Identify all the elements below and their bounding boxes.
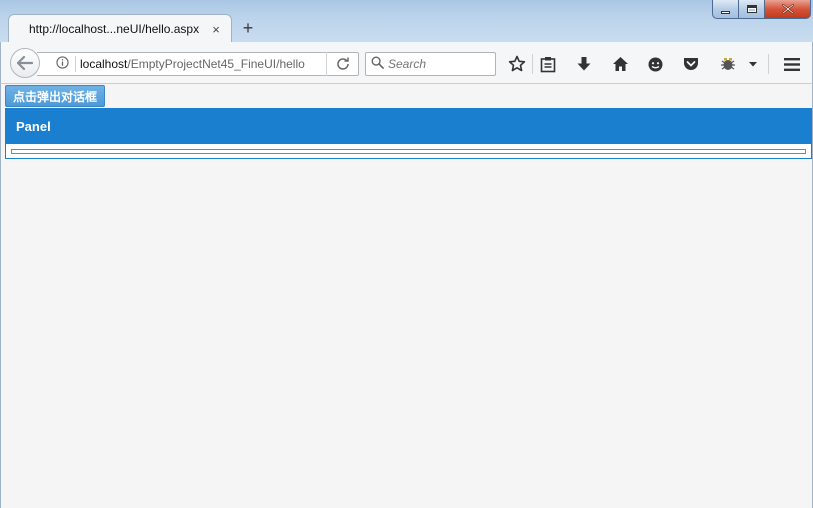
reload-icon[interactable] [326, 52, 358, 76]
search-icon [366, 56, 388, 72]
tab-title: http://localhost...neUI/hello.aspx [29, 22, 200, 36]
maximize-icon [746, 5, 757, 13]
panel-header: Panel [6, 109, 811, 144]
back-button[interactable] [10, 48, 40, 78]
extension-dropdown-icon[interactable] [743, 52, 763, 76]
open-dialog-button[interactable]: 点击弹出对话框 [5, 85, 106, 107]
browser-window: http://localhost...neUI/hello.aspx × + l… [0, 0, 813, 508]
firebug-extension-icon[interactable] [716, 52, 740, 76]
page-viewport: 点击弹出对话框 Panel [0, 84, 813, 508]
panel-body [11, 149, 806, 154]
bookmark-star-icon[interactable] [505, 52, 529, 76]
close-icon [781, 4, 794, 14]
browser-tab[interactable]: http://localhost...neUI/hello.aspx × [8, 14, 232, 43]
hamburger-menu-icon[interactable] [780, 52, 804, 76]
url-host: localhost [80, 57, 128, 71]
maximize-button[interactable] [738, 0, 764, 19]
url-bar[interactable]: localhost /EmptyProjectNet45_FineUI/hell… [37, 52, 359, 76]
toolbar-divider [768, 54, 769, 74]
hello-chat-icon[interactable] [643, 52, 667, 76]
pocket-icon[interactable] [679, 52, 703, 76]
info-icon[interactable] [49, 56, 75, 72]
panel: Panel [5, 108, 812, 159]
new-tab-button[interactable]: + [238, 17, 258, 39]
back-arrow-icon [17, 56, 33, 70]
reading-list-icon[interactable] [536, 52, 560, 76]
tab-close-icon[interactable]: × [207, 22, 225, 37]
navigation-toolbar: localhost /EmptyProjectNet45_FineUI/hell… [0, 42, 813, 84]
search-input[interactable] [388, 57, 488, 71]
url-path: /EmptyProjectNet45_FineUI/hello [127, 57, 305, 71]
close-window-button[interactable] [764, 0, 811, 19]
toolbar-divider [532, 54, 533, 74]
panel-title: Panel [16, 119, 51, 134]
download-icon[interactable] [572, 52, 596, 76]
minimize-icon [721, 10, 730, 14]
home-icon[interactable] [608, 52, 632, 76]
window-controls [712, 0, 811, 19]
minimize-button[interactable] [712, 0, 738, 19]
search-bar[interactable] [365, 52, 496, 76]
